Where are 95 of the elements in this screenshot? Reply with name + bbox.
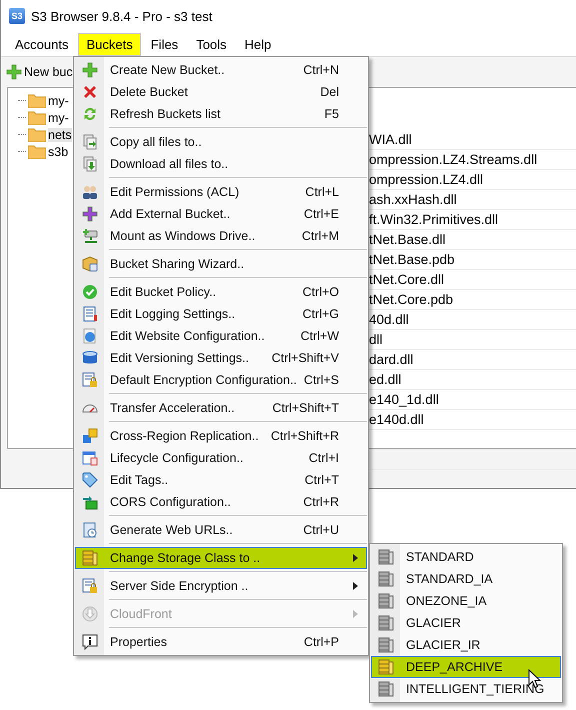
menu-item[interactable]: STANDARD_IA xyxy=(371,568,561,590)
stack-icon xyxy=(82,550,98,566)
menu-item[interactable]: Change Storage Class to .. xyxy=(75,547,367,569)
plus-icon xyxy=(82,62,98,78)
folder-icon xyxy=(28,128,46,142)
bucket-tree-item[interactable]: my- xyxy=(48,94,69,108)
check-icon xyxy=(82,284,98,300)
refresh-icon xyxy=(82,106,98,122)
file-name: e140_1d.dll xyxy=(369,392,439,407)
window-title: S3 Browser 9.8.4 - Pro - s3 test xyxy=(31,8,212,24)
file-name: dard.dll xyxy=(369,352,414,367)
file-name: ed.dll xyxy=(369,372,402,387)
bucket-tree-item[interactable]: my- xyxy=(48,110,69,124)
menu-item[interactable]: GLACIER xyxy=(371,612,561,634)
network-drive-icon xyxy=(82,228,98,244)
submenu-arrow-icon xyxy=(353,582,358,590)
menu-item[interactable]: CORS Configuration.. Ctrl+R xyxy=(75,491,367,513)
stack-icon xyxy=(378,637,394,653)
menu-item[interactable]: INTELLIGENT_TIERING xyxy=(371,678,561,700)
submenu-arrow-icon xyxy=(353,610,358,618)
copy-icon xyxy=(82,134,98,150)
file-name: tNet.Core.dll xyxy=(369,272,444,287)
download-icon xyxy=(82,156,98,172)
file-name: WIA.dll xyxy=(369,132,412,147)
menu-bar-item[interactable]: Help xyxy=(236,32,280,56)
folder-icon xyxy=(28,144,46,158)
folder-icon xyxy=(28,94,46,108)
menu-item[interactable]: Edit Website Configuration.. Ctrl+W xyxy=(75,325,367,347)
file-name: ompression.LZ4.Streams.dll xyxy=(369,152,538,167)
menu-item[interactable]: ONEZONE_IA xyxy=(371,590,561,612)
stack-icon xyxy=(378,615,394,631)
menu-item[interactable]: STANDARD xyxy=(371,546,561,568)
menu-item[interactable]: Edit Bucket Policy.. Ctrl+O xyxy=(75,281,367,303)
download-circle-icon xyxy=(82,606,98,622)
menu-item[interactable]: DEEP_ARCHIVE xyxy=(371,656,561,678)
stack-icon xyxy=(378,549,394,565)
file-name: e140d.dll xyxy=(369,412,424,427)
info-icon xyxy=(82,634,98,650)
menu-item[interactable]: Cross-Region Replication.. Ctrl+Shift+R xyxy=(75,425,367,447)
menu-item[interactable]: Mount as Windows Drive.. Ctrl+M xyxy=(75,225,367,247)
new-bucket-button[interactable]: New buc xyxy=(5,63,73,81)
file-name: tNet.Base.pdb xyxy=(369,252,455,267)
calendar-icon xyxy=(82,450,98,466)
menu-item[interactable]: Copy all files to.. xyxy=(75,131,367,153)
locked-document-icon xyxy=(82,578,98,594)
folder-icon xyxy=(28,110,46,124)
menu-item[interactable]: Generate Web URLs.. Ctrl+U xyxy=(75,519,367,541)
bucket-tree-item[interactable]: s3b xyxy=(48,144,68,158)
document-clock-icon xyxy=(82,522,98,538)
stack-icon xyxy=(378,681,394,697)
menu-item[interactable]: Default Encryption Configuration.. Ctrl+S xyxy=(75,369,367,391)
squares-icon xyxy=(82,428,98,444)
plus-icon xyxy=(82,206,98,222)
menu-item[interactable]: Server Side Encryption .. xyxy=(75,575,367,597)
menu-item[interactable]: Transfer Acceleration.. Ctrl+Shift+T xyxy=(75,397,367,419)
submenu-arrow-icon xyxy=(353,554,358,562)
x-icon xyxy=(82,84,98,100)
plus-icon xyxy=(6,64,22,80)
menu-item[interactable]: Edit Logging Settings.. Ctrl+G xyxy=(75,303,367,325)
menu-item[interactable]: Edit Tags.. Ctrl+T xyxy=(75,469,367,491)
package-icon xyxy=(82,256,98,272)
menu-item[interactable]: Delete Bucket Del xyxy=(75,81,367,103)
file-name: dll xyxy=(369,332,383,347)
file-name: ft.Win32.Primitives.dll xyxy=(369,212,498,227)
tag-icon xyxy=(82,472,98,488)
file-name: ompression.LZ4.dll xyxy=(369,172,484,187)
bucket-tree-item[interactable]: nets xyxy=(48,128,72,142)
file-name: ash.xxHash.dll xyxy=(369,192,457,207)
menu-bar-item[interactable]: Accounts xyxy=(7,32,76,56)
menu-item[interactable]: Refresh Buckets list F5 xyxy=(75,103,367,125)
file-name: tNet.Core.pdb xyxy=(369,292,454,307)
stack-icon xyxy=(378,659,394,675)
app-icon: S3 xyxy=(9,8,25,24)
users-icon xyxy=(82,184,98,200)
globe-icon xyxy=(82,328,98,344)
locked-document-icon xyxy=(82,372,98,388)
menu-item[interactable]: Add External Bucket.. Ctrl+E xyxy=(75,203,367,225)
menu-item[interactable]: Create New Bucket.. Ctrl+N xyxy=(75,59,367,81)
arrow-folder-icon xyxy=(82,494,98,510)
stack-icon xyxy=(378,571,394,587)
menu-item[interactable]: GLACIER_IR xyxy=(371,634,561,656)
document-icon xyxy=(82,306,98,322)
menu-bar-item[interactable]: Tools xyxy=(188,32,235,56)
file-name: 40d.dll xyxy=(369,312,409,327)
menu-item[interactable]: Edit Permissions (ACL) Ctrl+L xyxy=(75,181,367,203)
file-name: tNet.Base.dll xyxy=(369,232,446,247)
menu-item[interactable]: Download all files to.. xyxy=(75,153,367,175)
stack-icon xyxy=(378,593,394,609)
database-icon xyxy=(82,350,98,366)
menu-item[interactable]: Bucket Sharing Wizard.. xyxy=(75,253,367,275)
menu-bar-item[interactable]: Files xyxy=(142,32,186,56)
menu-bar-item[interactable]: Buckets xyxy=(78,32,141,56)
menu-item[interactable]: Lifecycle Configuration.. Ctrl+I xyxy=(75,447,367,469)
menu-item[interactable]: Edit Versioning Settings.. Ctrl+Shift+V xyxy=(75,347,367,369)
menu-item[interactable]: Properties Ctrl+P xyxy=(75,631,367,653)
